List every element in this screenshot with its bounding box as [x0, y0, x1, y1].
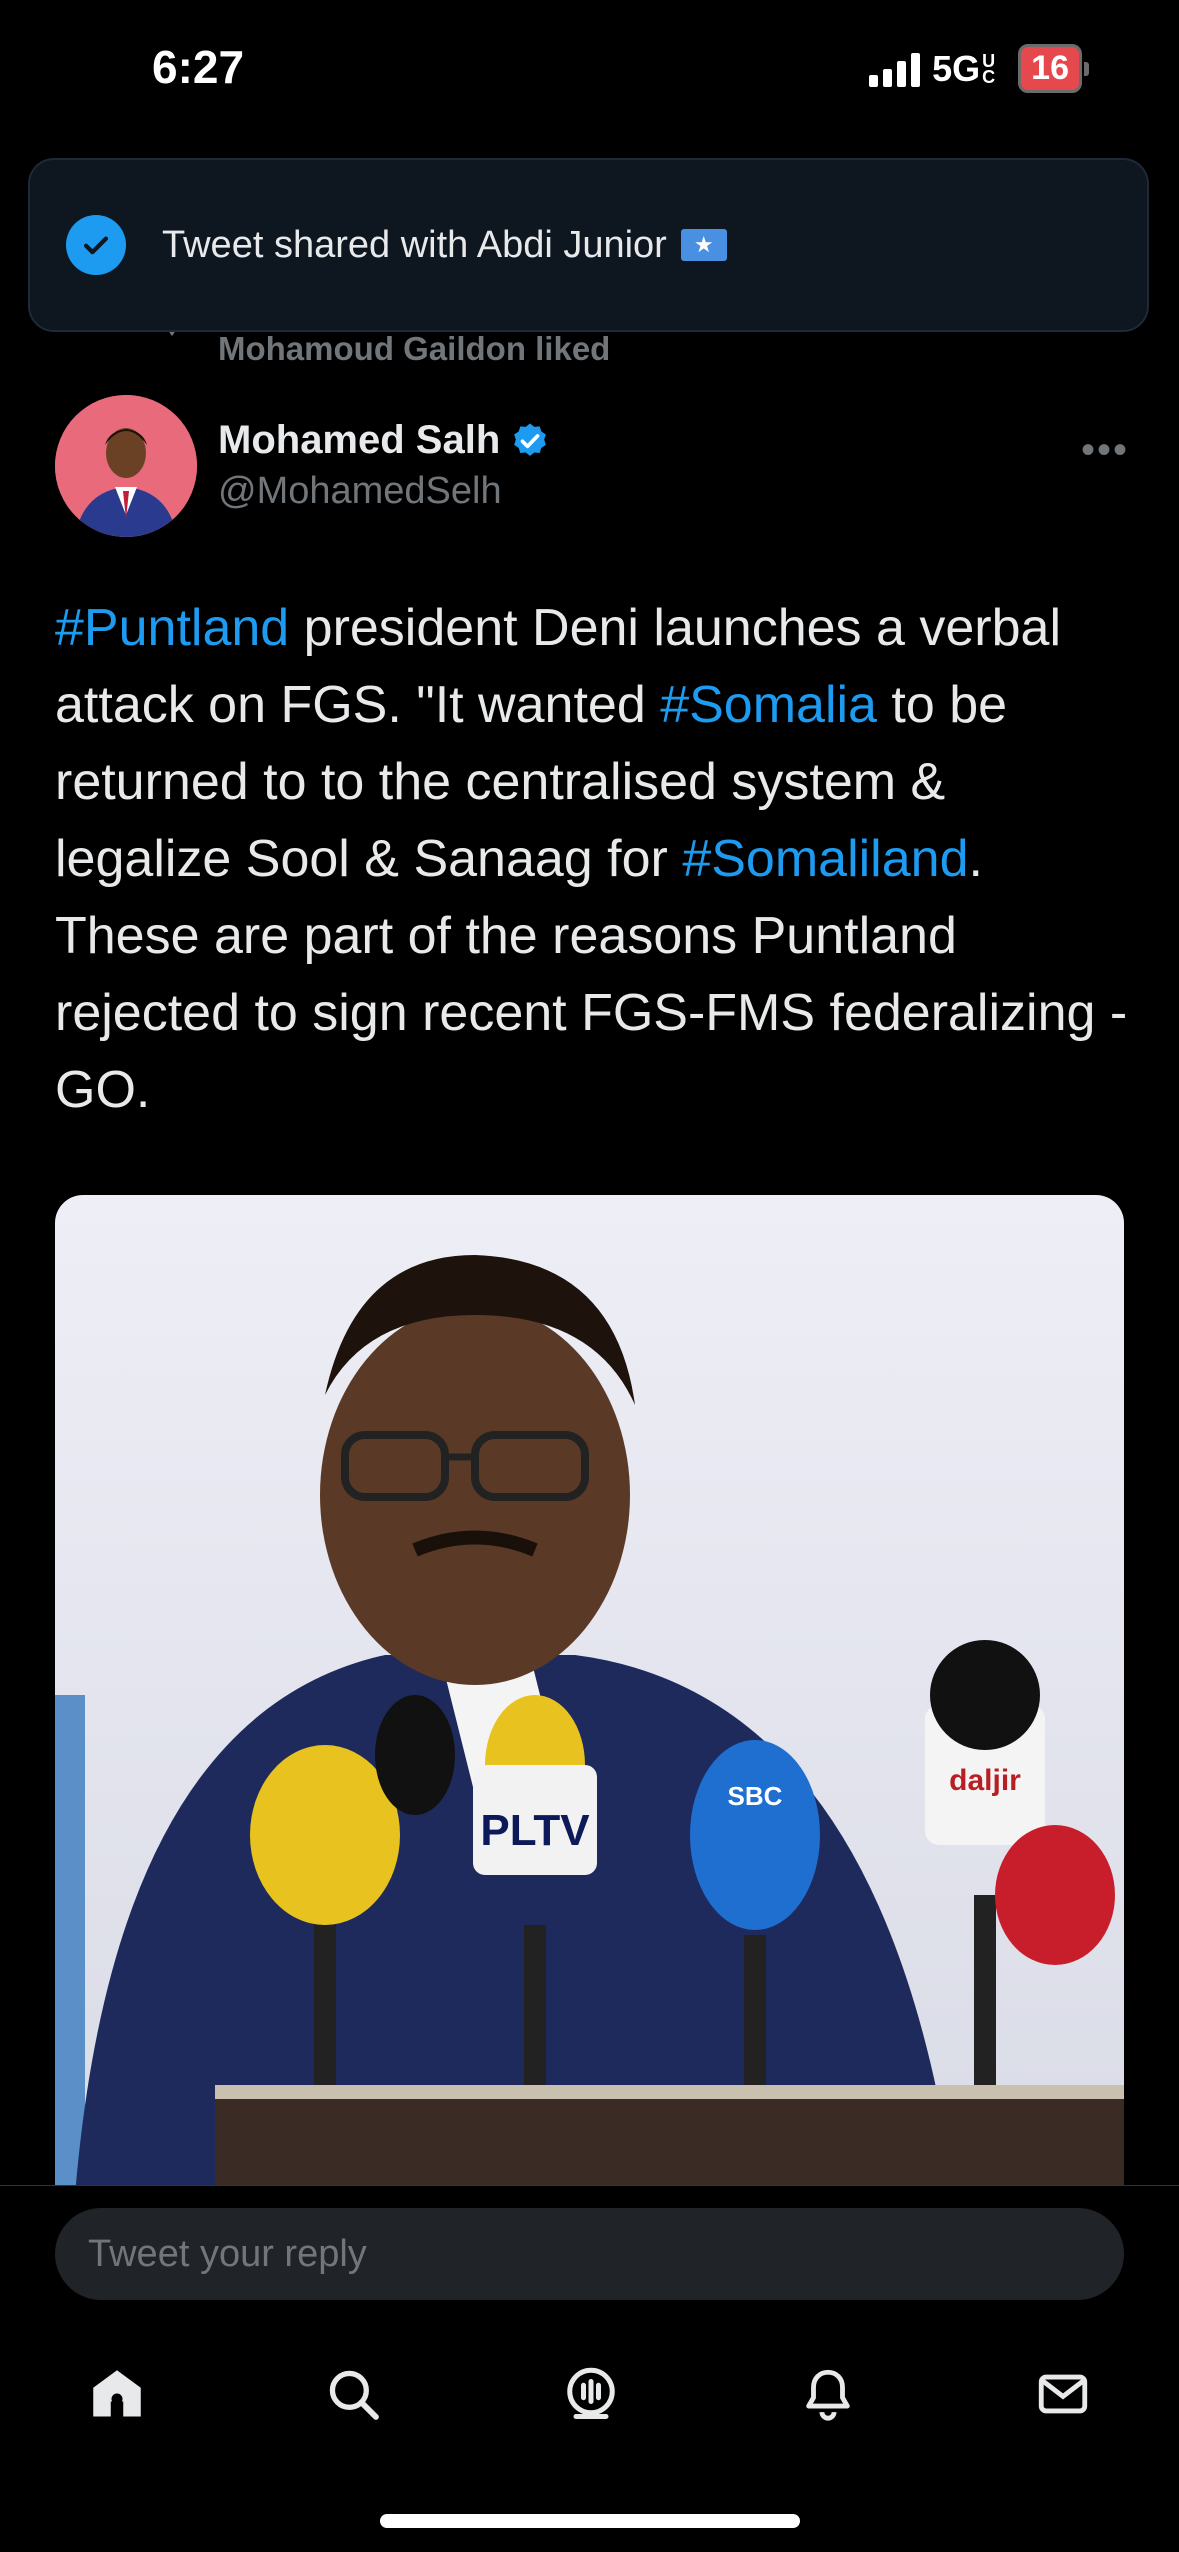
- more-options-icon[interactable]: •••: [1081, 428, 1129, 473]
- battery-level: 16: [1018, 44, 1082, 93]
- network-type: 5G: [932, 47, 981, 89]
- tweet-photo[interactable]: PLTV SBC daljir: [55, 1195, 1124, 2195]
- home-indicator[interactable]: [380, 2514, 800, 2528]
- search-icon[interactable]: [318, 2359, 388, 2429]
- toast-message-text: Tweet shared with Abdi Junior: [162, 223, 667, 266]
- check-circle-icon: [66, 215, 126, 275]
- battery-icon: 16: [1018, 44, 1089, 93]
- share-toast[interactable]: Tweet shared with Abdi Junior: [28, 158, 1149, 332]
- toast-message: Tweet shared with Abdi Junior: [162, 224, 727, 267]
- mic-label-pltv: PLTV: [480, 1806, 590, 1855]
- mic-label-sbc: SBC: [728, 1781, 783, 1811]
- mic-label-daljir: daljir: [949, 1764, 1021, 1797]
- spaces-icon[interactable]: [556, 2359, 626, 2429]
- hashtag-somalia[interactable]: #Somalia: [660, 676, 877, 734]
- author-name-text: Mohamed Salh: [218, 418, 501, 462]
- author-name[interactable]: Mohamed Salh: [218, 418, 550, 463]
- messages-icon[interactable]: [1028, 2359, 1098, 2429]
- status-time: 6:27: [152, 41, 245, 93]
- tweet-text: #Puntland president Deni launches a verb…: [55, 590, 1135, 1129]
- home-icon[interactable]: [82, 2359, 152, 2429]
- verified-badge-icon: [514, 423, 547, 456]
- signal-icon: [869, 51, 921, 87]
- hashtag-puntland[interactable]: #Puntland: [55, 599, 289, 657]
- network-suffix: UC: [982, 50, 996, 87]
- status-indicators: 5G UC 16: [869, 44, 1089, 93]
- social-context[interactable]: Mohamoud Gaildon liked: [218, 330, 610, 368]
- hashtag-somaliland[interactable]: #Somaliland: [682, 830, 968, 888]
- notifications-icon[interactable]: [793, 2359, 863, 2429]
- reply-bar: Tweet your reply: [0, 2185, 1179, 2332]
- author-handle[interactable]: @MohamedSelh: [218, 470, 502, 513]
- somalia-flag-icon: [680, 228, 727, 261]
- avatar[interactable]: [55, 395, 197, 537]
- reply-input[interactable]: Tweet your reply: [55, 2208, 1124, 2300]
